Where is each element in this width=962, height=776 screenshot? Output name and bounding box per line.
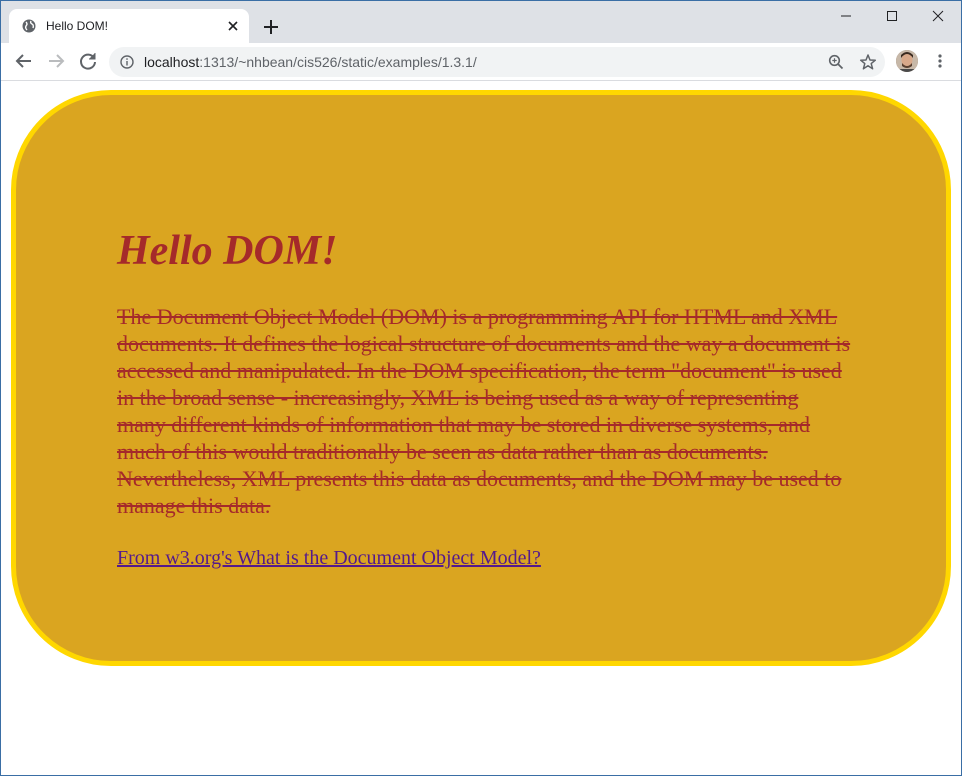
reload-icon[interactable] <box>77 50 99 72</box>
maximize-button[interactable] <box>869 1 915 31</box>
url-host: localhost <box>144 54 200 70</box>
zoom-icon[interactable] <box>828 54 844 70</box>
url-path: :1313/~nhbean/cis526/static/examples/1.3… <box>199 54 477 70</box>
close-icon[interactable] <box>226 19 240 33</box>
profile-avatar[interactable] <box>896 50 918 72</box>
info-icon[interactable] <box>120 55 134 69</box>
w3-source-link[interactable]: From w3.org's What is the Document Objec… <box>117 546 541 570</box>
globe-icon <box>22 19 36 33</box>
close-window-button[interactable] <box>915 1 961 31</box>
browser-tab[interactable]: Hello DOM! <box>9 9 249 43</box>
arrow-right-icon[interactable] <box>45 50 67 72</box>
arrow-left-icon[interactable] <box>13 50 35 72</box>
star-icon[interactable] <box>859 53 877 71</box>
browser-window: Hello DOM! localhost:1313/~nhbean/cis526… <box>0 0 962 776</box>
strikethrough-paragraph: The Document Object Model (DOM) is a pro… <box>117 304 851 518</box>
tab-strip: Hello DOM! <box>1 1 961 43</box>
plus-icon[interactable] <box>262 18 280 36</box>
avatar-icon <box>896 50 918 72</box>
minimize-icon <box>841 15 851 17</box>
url-text[interactable]: localhost:1313/~nhbean/cis526/static/exa… <box>144 54 477 70</box>
content-card: Hello DOM! The Document Object Model (DO… <box>11 90 951 666</box>
minimize-button[interactable] <box>823 1 869 31</box>
card-content: Hello DOM! The Document Object Model (DO… <box>117 227 852 570</box>
page-heading: Hello DOM! <box>117 228 338 274</box>
browser-toolbar: localhost:1313/~nhbean/cis526/static/exa… <box>1 43 961 81</box>
tab-title: Hello DOM! <box>46 19 109 33</box>
address-bar[interactable]: localhost:1313/~nhbean/cis526/static/exa… <box>109 47 885 77</box>
close-window-icon <box>932 10 944 22</box>
maximize-icon <box>887 11 897 21</box>
page-viewport: Hello DOM! The Document Object Model (DO… <box>1 81 961 775</box>
kebab-menu-icon[interactable] <box>933 53 947 69</box>
